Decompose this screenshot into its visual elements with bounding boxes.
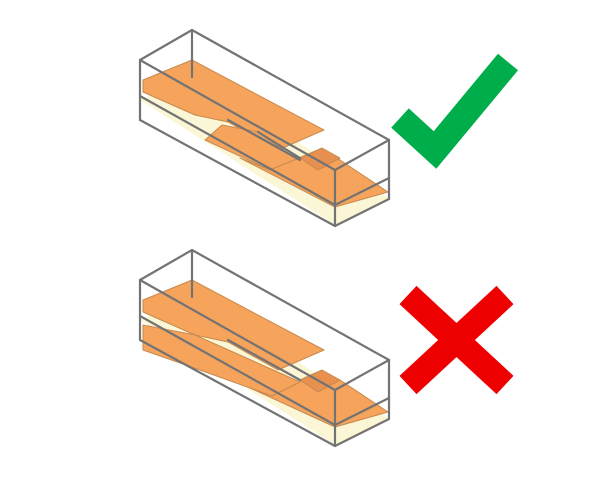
box-3d (138, 28, 391, 228)
panel-incorrect (138, 248, 514, 448)
box-3d (138, 248, 391, 448)
cross-icon (399, 285, 514, 395)
offset-diagram (138, 28, 519, 448)
check-icon (391, 53, 519, 169)
panel-correct (138, 28, 519, 228)
